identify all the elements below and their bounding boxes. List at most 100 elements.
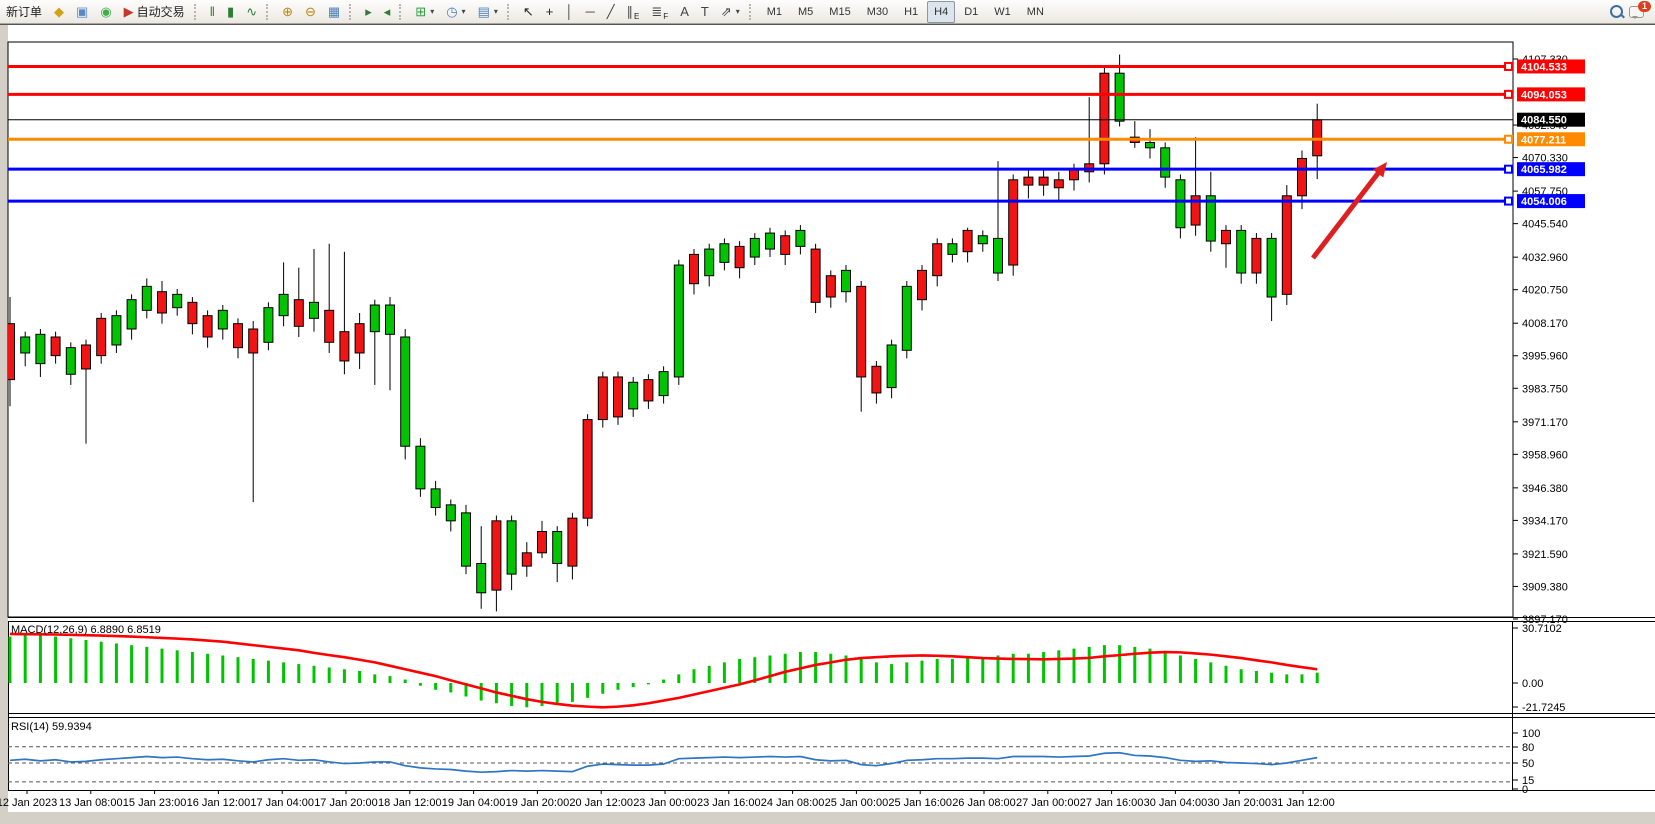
new-order-button[interactable]: 新订单 xyxy=(1,1,47,23)
chart-shift-icon: ◂ xyxy=(384,5,391,18)
chart-shift-button[interactable]: ◂ xyxy=(379,1,396,23)
candle xyxy=(416,438,425,497)
dropdown-arrow-icon[interactable]: ▾ xyxy=(736,7,740,16)
periods-button[interactable]: ◷▾ xyxy=(441,1,470,23)
svg-text:30.7102: 30.7102 xyxy=(1522,623,1562,635)
svg-text:23 Jan 16:00: 23 Jan 16:00 xyxy=(697,797,761,809)
timeframe-h1[interactable]: H1 xyxy=(897,1,925,23)
tile-windows-button[interactable]: ▦ xyxy=(323,1,345,23)
svg-text:16 Jan 12:00: 16 Jan 12:00 xyxy=(187,797,251,809)
horizontal-line-button[interactable]: ─ xyxy=(581,1,600,23)
zoom-out-icon: ⊖ xyxy=(305,5,316,18)
svg-text:17 Jan 04:00: 17 Jan 04:00 xyxy=(250,797,314,809)
svg-text:100: 100 xyxy=(1522,728,1540,740)
fibonacci-button[interactable]: ≣F xyxy=(646,1,673,23)
crosshair-button[interactable]: + xyxy=(541,1,559,23)
timeframe-m1[interactable]: M1 xyxy=(760,1,789,23)
toolbar-separator xyxy=(507,4,514,20)
timeframe-m15[interactable]: M15 xyxy=(822,1,857,23)
svg-text:3958.960: 3958.960 xyxy=(1522,449,1568,461)
candle xyxy=(1282,185,1291,305)
svg-text:80: 80 xyxy=(1522,742,1534,754)
terminal-icon[interactable]: ▣ xyxy=(71,1,93,23)
timeframe-d1[interactable]: D1 xyxy=(957,1,985,23)
timeframe-mn[interactable]: MN xyxy=(1020,1,1051,23)
tile-windows-icon: ▦ xyxy=(328,5,340,18)
terminal-icon-icon: ▣ xyxy=(76,5,88,18)
svg-text:23 Jan 00:00: 23 Jan 00:00 xyxy=(633,797,697,809)
svg-text:3909.380: 3909.380 xyxy=(1522,581,1568,593)
bar-chart-button[interactable]: ‖ xyxy=(205,1,220,23)
svg-text:3934.170: 3934.170 xyxy=(1522,515,1568,527)
svg-text:15 Jan 23:00: 15 Jan 23:00 xyxy=(123,797,187,809)
svg-text:12 Jan 2023: 12 Jan 2023 xyxy=(0,797,57,809)
signals-icon[interactable]: ◉ xyxy=(95,1,116,23)
vertical-line-button[interactable]: │ xyxy=(560,1,578,23)
autotrading-button-label: 自动交易 xyxy=(137,3,185,20)
signals-icon-icon: ◉ xyxy=(100,5,111,18)
svg-text:4020.750: 4020.750 xyxy=(1522,285,1568,297)
zoom-out-button[interactable]: ⊖ xyxy=(300,1,321,23)
candle xyxy=(1100,68,1109,175)
main-chart[interactable]: 4107.3304082.5404070.3304057.7504045.540… xyxy=(0,24,1655,824)
autotrading-icon: ▶ xyxy=(124,5,134,18)
toolbar-separator xyxy=(749,4,756,20)
timeframe-w1[interactable]: W1 xyxy=(987,1,1018,23)
autotrading-button[interactable]: ▶自动交易 xyxy=(119,1,190,23)
svg-text:26 Jan 08:00: 26 Jan 08:00 xyxy=(952,797,1016,809)
svg-text:24 Jan 08:00: 24 Jan 08:00 xyxy=(761,797,825,809)
indicators-button[interactable]: ⊞▾ xyxy=(410,1,439,23)
svg-text:30 Jan 20:00: 30 Jan 20:00 xyxy=(1207,797,1271,809)
mt4-window: 新订单◆▣◉▶自动交易‖▮∿⊕⊖▦▸◂⊞▾◷▾▤▾↖+│─╱∥E≣FAT⇗▾M1… xyxy=(0,0,1655,824)
trendline-icon: ╱ xyxy=(607,5,615,18)
timeframe-group: M1M5M15M30H1H4D1W1MN xyxy=(759,1,1052,23)
new-order-icon-icon: ◆ xyxy=(54,5,64,18)
timeframe-h4[interactable]: H4 xyxy=(927,1,955,23)
svg-text:31 Jan 12:00: 31 Jan 12:00 xyxy=(1271,797,1335,809)
templates-button[interactable]: ▤▾ xyxy=(473,1,503,23)
arrows-button[interactable]: ⇗▾ xyxy=(716,1,745,23)
search-icon[interactable] xyxy=(1610,5,1623,18)
macd-label: MACD(12,26,9) 6.8890 6.8519 xyxy=(11,624,161,636)
channel-icon: ∥ xyxy=(627,5,634,18)
auto-scroll-icon: ▸ xyxy=(365,5,372,18)
svg-text:13 Jan 08:00: 13 Jan 08:00 xyxy=(59,797,123,809)
auto-scroll-button[interactable]: ▸ xyxy=(360,1,377,23)
svg-text:19 Jan 20:00: 19 Jan 20:00 xyxy=(506,797,570,809)
channel-button[interactable]: ∥E xyxy=(622,1,645,23)
dropdown-arrow-icon[interactable]: ▾ xyxy=(494,7,498,16)
svg-text:4032.960: 4032.960 xyxy=(1522,252,1568,264)
chat-icon[interactable]: 1 xyxy=(1629,4,1647,20)
text-label-button[interactable]: T xyxy=(696,1,714,23)
candle xyxy=(614,372,623,425)
candle xyxy=(583,414,592,526)
svg-text:-21.7245: -21.7245 xyxy=(1522,702,1565,714)
trendline-button[interactable]: ╱ xyxy=(602,1,620,23)
candlestick-button[interactable]: ▮ xyxy=(222,1,239,23)
new-order-icon[interactable]: ◆ xyxy=(49,1,69,23)
cursor-button[interactable]: ↖ xyxy=(518,1,539,23)
zoom-in-button[interactable]: ⊕ xyxy=(277,1,298,23)
dropdown-arrow-icon[interactable]: ▾ xyxy=(430,7,434,16)
svg-text:50: 50 xyxy=(1522,758,1534,770)
svg-text:27 Jan 00:00: 27 Jan 00:00 xyxy=(1016,797,1080,809)
toolbar: 新订单◆▣◉▶自动交易‖▮∿⊕⊖▦▸◂⊞▾◷▾▤▾↖+│─╱∥E≣FAT⇗▾M1… xyxy=(0,0,1655,24)
indicators-icon: ⊞ xyxy=(415,5,426,18)
svg-text:4077.211: 4077.211 xyxy=(1521,134,1566,146)
zoom-in-icon: ⊕ xyxy=(282,5,293,18)
line-chart-button[interactable]: ∿ xyxy=(241,1,262,23)
timeframe-m5[interactable]: M5 xyxy=(791,1,820,23)
templates-icon: ▤ xyxy=(478,5,490,18)
timeframe-m30[interactable]: M30 xyxy=(860,1,895,23)
candlestick-icon: ▮ xyxy=(227,5,234,18)
dropdown-arrow-icon[interactable]: ▾ xyxy=(462,7,466,16)
rsi-label: RSI(14) 59.9394 xyxy=(11,721,92,733)
svg-text:4065.982: 4065.982 xyxy=(1521,164,1567,176)
line-chart-icon: ∿ xyxy=(246,5,257,18)
candle xyxy=(1009,174,1018,275)
cursor-icon: ↖ xyxy=(523,5,534,18)
svg-text:3946.380: 3946.380 xyxy=(1522,483,1568,495)
svg-text:0: 0 xyxy=(1522,784,1528,796)
text-button[interactable]: A xyxy=(675,1,694,23)
svg-text:4008.170: 4008.170 xyxy=(1522,318,1568,330)
